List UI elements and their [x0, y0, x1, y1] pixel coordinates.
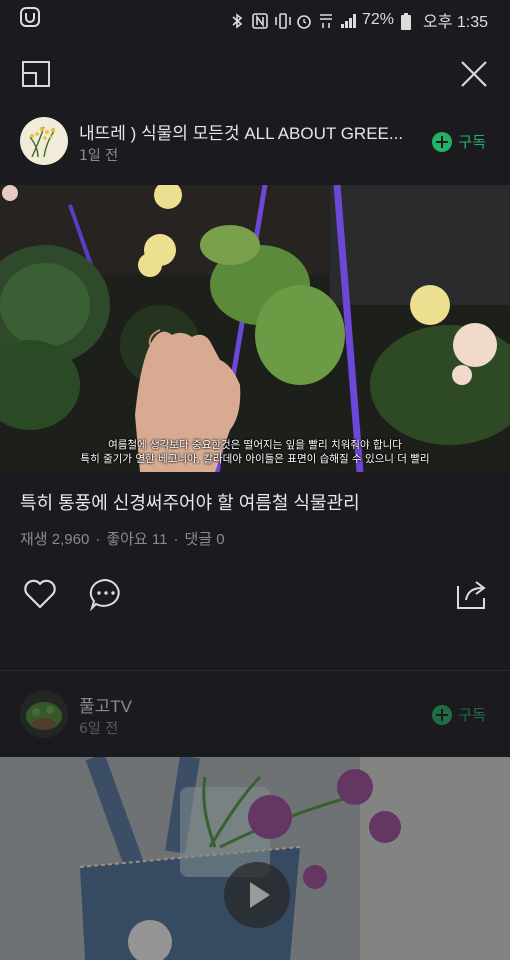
channel-name[interactable]: 내뜨레 ) 식물의 모든것 ALL ABOUT GREE... [79, 119, 424, 144]
subscribe-button[interactable]: 구독 [432, 704, 486, 725]
separator: · [95, 531, 101, 548]
subtitle-line-1: 여름철에 생각보다 중요한것은 떨어지는 잎을 빨리 치워줘야 합니다 [108, 439, 402, 451]
alarm-icon [296, 13, 311, 29]
subscribe-button[interactable]: 구독 [432, 131, 486, 152]
video-thumbnail [0, 185, 510, 472]
video-title[interactable]: 특히 통풍에 신경써주어야 할 여름철 식물관리 [20, 489, 360, 515]
avatar[interactable] [20, 117, 68, 165]
view-count: 재생 2,960 [20, 531, 90, 548]
channel-header: 풀고TV 6일 전 구독 [0, 690, 510, 750]
share-icon[interactable] [454, 576, 490, 612]
video-stats: 재생 2,960 · 좋아요 11 · 댓글 0 [20, 528, 225, 549]
post-time: 6일 전 [79, 721, 119, 737]
nfc-icon [252, 12, 268, 29]
channel-header: 내뜨레 ) 식물의 모든것 ALL ABOUT GREE... 1일 전 구독 [0, 117, 510, 177]
avatar[interactable] [20, 690, 68, 738]
post-time: 1일 전 [79, 148, 119, 164]
like-count: 좋아요 11 [106, 531, 168, 548]
plus-icon [432, 704, 453, 725]
channel-name[interactable]: 풀고TV [79, 692, 424, 717]
video-player[interactable]: 여름철에 생각보다 중요한것은 떨어지는 잎을 빨리 치워줘야 합니다 특히 줄… [0, 185, 510, 472]
comment-count: 댓글 0 [184, 531, 225, 548]
bluetooth-icon [230, 12, 245, 29]
picture-in-picture-icon[interactable] [22, 61, 50, 87]
close-icon[interactable] [460, 60, 488, 88]
subtitle-line-2: 특히 줄기가 연한 베고니아, 칼라데아 아이들은 표면이 습해질 수 있으니 … [80, 453, 430, 465]
divider [0, 670, 510, 671]
battery-percent: 72% [361, 11, 394, 28]
play-button[interactable] [224, 862, 290, 928]
heart-icon[interactable] [22, 576, 58, 612]
subscribe-label: 구독 [458, 134, 486, 151]
signal-icon [340, 13, 356, 28]
play-icon [224, 882, 290, 932]
top-toolbar [0, 48, 510, 104]
data-icon [318, 13, 333, 28]
battery-icon [400, 12, 416, 30]
app-icon [20, 7, 40, 31]
separator: · [173, 531, 179, 548]
vibrate-icon [274, 12, 291, 29]
action-bar [0, 572, 510, 616]
plus-icon [432, 131, 453, 152]
status-bar: 72% 오후 1:35 [0, 0, 510, 36]
comment-icon[interactable] [88, 576, 124, 612]
subscribe-label: 구독 [458, 707, 486, 724]
clock: 오후 1:35 [422, 14, 488, 31]
